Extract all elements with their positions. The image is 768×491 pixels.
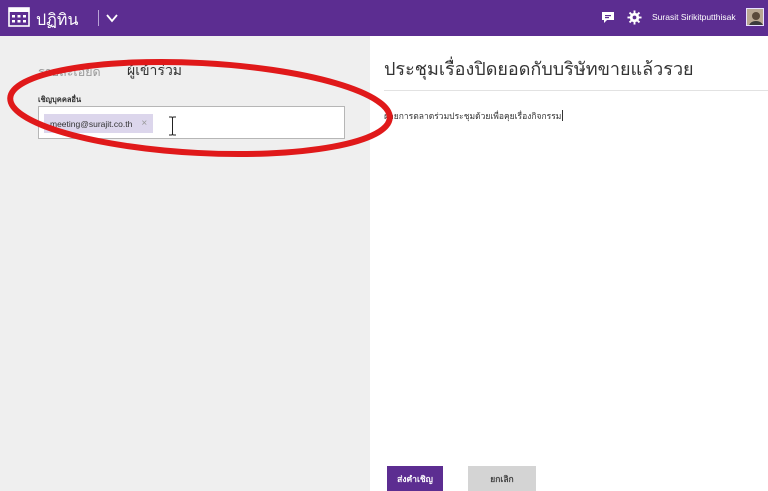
tab-attendees[interactable]: ผู้เข้าร่วม bbox=[127, 60, 182, 82]
text-caret bbox=[562, 110, 564, 121]
tab-details[interactable]: รายละเอียด bbox=[38, 62, 101, 82]
invite-input[interactable]: meeting@surajit.co.th × bbox=[38, 106, 345, 139]
event-pane: ประชุมเรื่องปิดยอดกับบริษัทขายแล้วรวย ฝ่… bbox=[370, 36, 768, 491]
attendee-chip[interactable]: meeting@surajit.co.th × bbox=[44, 114, 154, 133]
attendees-pane: รายละเอียด ผู้เข้าร่วม เชิญบุคคลอื่น mee… bbox=[0, 36, 370, 491]
user-name[interactable]: Surasit Sirikitputthisak bbox=[652, 12, 736, 22]
text-cursor-icon bbox=[169, 116, 176, 136]
chat-icon[interactable] bbox=[601, 11, 615, 24]
calendar-grid-icon[interactable] bbox=[8, 7, 30, 27]
gear-icon[interactable] bbox=[627, 10, 642, 25]
event-body-text: ฝ่ายการตลาดร่วมประชุมด้วยเพื่อคุยเรื่องก… bbox=[384, 112, 562, 122]
remove-attendee-icon[interactable]: × bbox=[141, 118, 147, 129]
chevron-down-icon[interactable] bbox=[104, 10, 120, 26]
event-title[interactable]: ประชุมเรื่องปิดยอดกับบริษัทขายแล้วรวย bbox=[384, 54, 694, 83]
attendee-email: meeting@surajit.co.th bbox=[50, 118, 133, 129]
avatar[interactable] bbox=[746, 8, 764, 26]
top-bar: ปฏิทิน Surasit Sirikitputthisak bbox=[0, 0, 768, 36]
title-divider bbox=[384, 90, 768, 91]
app-title[interactable]: ปฏิทิน bbox=[36, 8, 78, 33]
invite-label: เชิญบุคคลอื่น bbox=[38, 95, 82, 104]
event-body-editor[interactable]: ฝ่ายการตลาดร่วมประชุมด้วยเพื่อคุยเรื่องก… bbox=[384, 109, 564, 123]
title-separator bbox=[98, 10, 99, 26]
cancel-button[interactable]: ยกเลิก bbox=[468, 466, 536, 491]
send-invite-button[interactable]: ส่งคำเชิญ bbox=[387, 466, 443, 491]
